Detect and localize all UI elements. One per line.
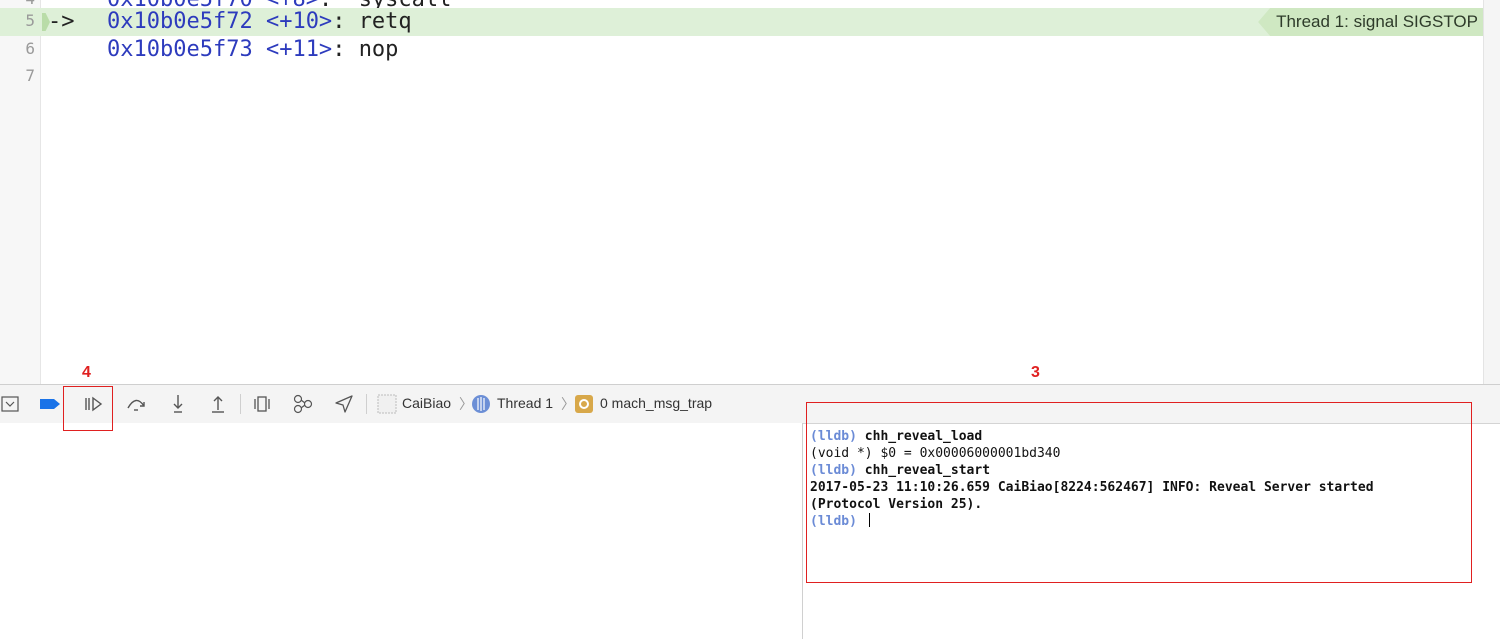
memory-graph-icon[interactable] [290, 393, 316, 415]
annotation-box-continue [63, 386, 113, 431]
code-text: 0x10b0e5f73 <+11>: nop [107, 37, 398, 62]
step-out-icon[interactable] [206, 393, 230, 415]
signal-badge: Thread 1: signal SIGSTOP [1258, 8, 1484, 36]
toolbar-separator [240, 394, 241, 414]
view-hierarchy-icon[interactable] [250, 393, 274, 415]
app-icon [376, 393, 398, 415]
frame-gear-icon [573, 393, 595, 415]
line-number: 5 [25, 11, 35, 30]
separator: : [332, 9, 359, 34]
line-number: 7 [25, 66, 35, 85]
annotation-label-continue: 4 [82, 364, 91, 381]
hide-debug-area-icon[interactable] [0, 393, 20, 415]
annotation-box-console [806, 402, 1472, 583]
line-number: 6 [25, 39, 35, 58]
instruction: retq [358, 9, 412, 34]
step-into-icon[interactable] [166, 393, 190, 415]
instruction-offset: <+11> [265, 37, 333, 62]
simulate-location-icon[interactable] [332, 393, 356, 415]
pc-arrow-text: -> [48, 9, 75, 34]
instruction-address: 0x10b0e5f72 [107, 9, 253, 34]
breadcrumb-thread[interactable]: Thread 1 [497, 395, 553, 411]
breadcrumb-frame[interactable]: 0 mach_msg_trap [600, 395, 712, 411]
pane-divider[interactable] [802, 423, 803, 639]
instruction-address: 0x10b0e5f73 [107, 37, 253, 62]
separator: : [332, 37, 359, 62]
variables-view[interactable] [0, 423, 802, 639]
disassembly-editor[interactable]: 4 0x10b0e5f70 <+8>: syscall 5 -> 0x10b0e… [0, 0, 1500, 384]
line-number: 4 [0, 0, 35, 8]
step-over-icon[interactable] [124, 393, 148, 415]
instruction: nop [358, 37, 399, 62]
thread-icon [470, 393, 492, 415]
toolbar-separator [366, 394, 367, 414]
editor-scrollbar[interactable] [1483, 0, 1500, 384]
code-line[interactable]: 6 0x10b0e5f73 <+11>: nop [0, 36, 1484, 64]
code-text: 0x10b0e5f72 <+10>: retq [107, 9, 412, 34]
code-line[interactable]: 7 [0, 63, 1484, 91]
instruction-offset: <+10> [265, 9, 333, 34]
annotation-label-console: 3 [1031, 364, 1040, 381]
breadcrumb-process[interactable]: CaiBiao [402, 395, 451, 411]
breakpoints-toggle-icon[interactable] [38, 393, 62, 415]
